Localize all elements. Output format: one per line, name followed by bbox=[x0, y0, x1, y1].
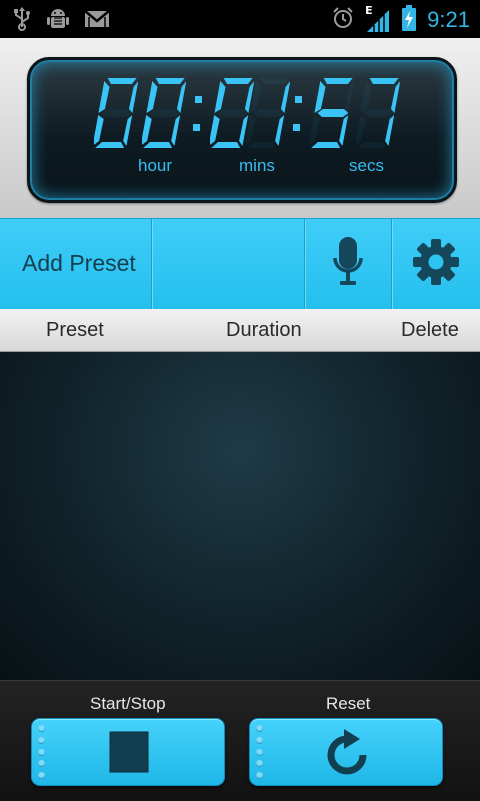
digit-segment-f bbox=[360, 81, 372, 113]
digit-segment-a bbox=[259, 78, 289, 84]
settings-button[interactable] bbox=[392, 219, 480, 309]
timer-digits: 00:01:57 bbox=[30, 76, 454, 156]
start-stop-button[interactable] bbox=[31, 718, 225, 786]
separator-2 bbox=[293, 96, 302, 131]
toolbar-spacer bbox=[152, 219, 305, 309]
hour-label: hour bbox=[138, 156, 173, 175]
minute-digit-2 bbox=[246, 78, 290, 148]
digit-segment-g bbox=[253, 109, 285, 117]
start-stop-label: Start/Stop bbox=[90, 694, 166, 713]
duration-column-header: Duration bbox=[226, 319, 302, 341]
digit-segment-g bbox=[149, 109, 181, 117]
button-grip-dots bbox=[38, 725, 48, 779]
digit-segment-d bbox=[247, 142, 277, 148]
mins-label: mins bbox=[239, 156, 275, 175]
stop-icon bbox=[109, 731, 149, 777]
digit-segment-c bbox=[171, 115, 181, 146]
digit-segment-d bbox=[95, 142, 125, 148]
digit-segment-a bbox=[107, 78, 137, 84]
action-toolbar: Add Preset bbox=[0, 218, 480, 310]
status-bar: E 9:21 bbox=[0, 0, 480, 38]
voice-input-button[interactable] bbox=[305, 219, 392, 309]
control-panel: Start/Stop Reset bbox=[0, 680, 480, 801]
add-preset-button[interactable]: Add Preset bbox=[0, 219, 152, 309]
add-preset-label: Add Preset bbox=[22, 250, 136, 276]
digit-segment-d bbox=[357, 142, 387, 148]
secs-label: secs bbox=[349, 156, 384, 175]
digit-segment-e bbox=[310, 115, 320, 145]
usb-icon bbox=[12, 7, 32, 35]
hour-digit-1 bbox=[94, 78, 138, 148]
digit-segment-b bbox=[128, 81, 138, 113]
alarm-icon bbox=[331, 6, 355, 34]
preset-list[interactable] bbox=[0, 352, 480, 680]
second-digit-1 bbox=[310, 78, 354, 148]
digit-segment-d bbox=[143, 142, 173, 148]
network-type-label: E bbox=[365, 4, 373, 17]
gear-icon bbox=[412, 238, 460, 290]
android-debug-icon bbox=[46, 6, 70, 36]
digit-segment-e bbox=[210, 115, 220, 145]
timer-panel: 00:01:57 hour mins secs bbox=[0, 38, 480, 218]
digit-segment-f bbox=[314, 81, 326, 113]
digit-segment-a bbox=[323, 78, 353, 84]
digit-segment-g bbox=[101, 109, 133, 117]
digit-segment-e bbox=[142, 115, 152, 145]
reset-icon bbox=[324, 727, 370, 781]
digit-segment-f bbox=[146, 81, 158, 113]
reset-label: Reset bbox=[326, 694, 371, 713]
digit-segment-c bbox=[385, 115, 395, 146]
digit-segment-f bbox=[250, 81, 262, 113]
digit-segment-a bbox=[155, 78, 185, 84]
button-grip-dots bbox=[256, 725, 266, 779]
digit-segment-b bbox=[344, 81, 354, 113]
battery-charging-icon bbox=[401, 4, 417, 36]
second-digit-2 bbox=[356, 78, 400, 148]
digit-segment-d bbox=[311, 142, 341, 148]
signal-icon: E bbox=[365, 4, 391, 34]
digit-segment-c bbox=[275, 115, 285, 146]
separator-1 bbox=[193, 96, 202, 131]
digit-segment-c bbox=[123, 115, 133, 146]
digit-segment-g bbox=[363, 109, 395, 117]
preset-list-header: Preset Duration Delete bbox=[0, 309, 480, 352]
gmail-icon bbox=[84, 9, 110, 33]
hour-digit-2 bbox=[142, 78, 186, 148]
digit-segment-a bbox=[369, 78, 399, 84]
status-time: 9:21 bbox=[427, 7, 470, 32]
digit-segment-d bbox=[211, 142, 241, 148]
digit-segment-b bbox=[390, 81, 400, 113]
digit-segment-b bbox=[280, 81, 290, 113]
microphone-icon bbox=[332, 236, 364, 292]
digit-segment-g bbox=[217, 109, 249, 117]
digit-segment-e bbox=[246, 115, 256, 145]
delete-column-header: Delete bbox=[401, 319, 459, 341]
digit-segment-e bbox=[94, 115, 104, 145]
digit-segment-f bbox=[98, 81, 110, 113]
digit-segment-e bbox=[356, 115, 366, 145]
lcd-display: 00:01:57 hour mins secs bbox=[27, 57, 457, 203]
reset-button[interactable] bbox=[249, 718, 443, 786]
digit-segment-b bbox=[176, 81, 186, 113]
digit-segment-f bbox=[214, 81, 226, 113]
digit-segment-g bbox=[317, 109, 349, 117]
digit-segment-c bbox=[339, 115, 349, 146]
preset-column-header: Preset bbox=[46, 319, 104, 341]
